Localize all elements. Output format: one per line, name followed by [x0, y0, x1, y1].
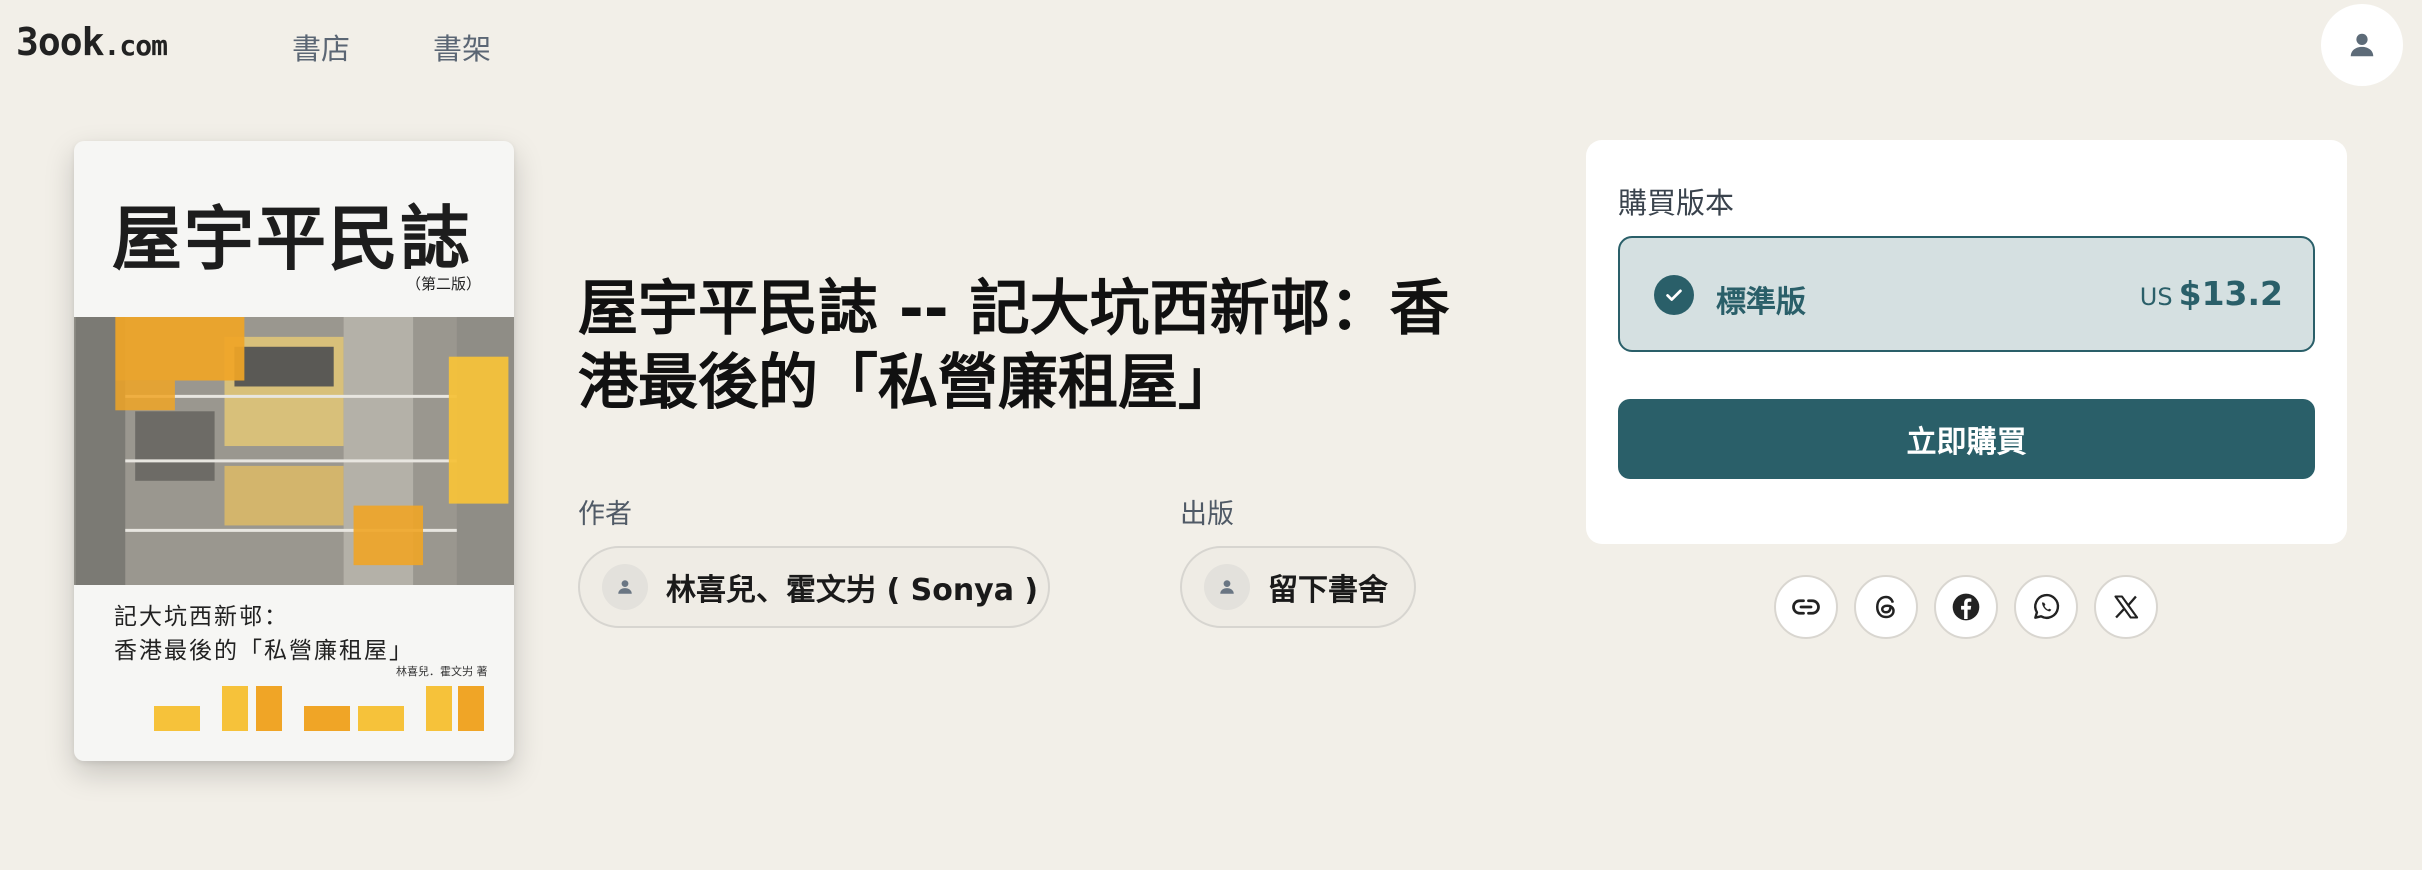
cover-title: 屋宇平民誌	[112, 198, 472, 280]
purchase-edition-label: 購買版本	[1618, 186, 1735, 220]
author-label: 作者	[578, 499, 632, 530]
nav-bookstore-link[interactable]: 書店	[292, 26, 350, 68]
edition-name: 標準版	[1716, 285, 1806, 320]
cover-edition: （第二版）	[406, 275, 482, 293]
cover-bar-decoration	[154, 686, 484, 731]
nav-bookshelf-link[interactable]: 書架	[433, 26, 491, 68]
edition-price: US $13.2	[2140, 274, 2283, 313]
x-icon	[2114, 595, 2139, 619]
edition-option-standard[interactable]: 標準版 US $13.2	[1618, 236, 2315, 352]
logo-suffix-text: .com	[103, 29, 168, 62]
price-amount: $13.2	[2178, 274, 2283, 313]
cover-building-photo	[74, 317, 514, 585]
publisher-name: 留下書舍	[1268, 573, 1388, 608]
publisher-avatar	[1204, 564, 1250, 610]
logo-main-text: 3ook	[16, 20, 105, 64]
author-name: 林喜兒、霍文屴 ( Sonya )	[666, 573, 1039, 608]
cover-subtitle-line2: 香港最後的「私營廉租屋」	[114, 638, 414, 664]
book-cover: 屋宇平民誌 （第二版） 記大坑西新邨： 香港最後的「私營廉租屋」 林喜兒．霍文屴…	[74, 141, 514, 761]
user-icon	[618, 580, 632, 594]
author-chip[interactable]: 林喜兒、霍文屴 ( Sonya )	[578, 546, 1050, 628]
cover-subtitle-line1: 記大坑西新邨：	[114, 604, 289, 630]
cover-author: 林喜兒．霍文屴 著	[396, 665, 488, 678]
site-logo[interactable]: 3ook.com	[16, 20, 168, 64]
user-icon	[1220, 580, 1234, 594]
book-title: 屋宇平民誌 -- 記大坑西新邨：香港最後的「私營廉租屋」	[578, 274, 1450, 418]
facebook-icon	[1952, 593, 1980, 621]
threads-icon	[1875, 595, 1895, 619]
share-facebook-button[interactable]	[1934, 575, 1998, 639]
share-threads-button[interactable]	[1854, 575, 1918, 639]
share-whatsapp-button[interactable]	[2014, 575, 2078, 639]
buy-now-button[interactable]: 立即購買	[1618, 399, 2315, 479]
whatsapp-icon	[2034, 593, 2060, 619]
share-link-button[interactable]	[1774, 575, 1838, 639]
publisher-label: 出版	[1180, 499, 1234, 530]
user-icon	[2350, 33, 2374, 57]
publisher-chip[interactable]: 留下書舍	[1180, 546, 1416, 628]
purchase-card: 購買版本 標準版 US $13.2 立即購買	[1586, 140, 2347, 544]
account-button[interactable]	[2321, 4, 2403, 86]
link-icon	[1792, 599, 1820, 615]
share-x-button[interactable]	[2094, 575, 2158, 639]
author-avatar	[602, 564, 648, 610]
price-currency: US	[2139, 283, 2173, 311]
check-icon	[1654, 275, 1694, 315]
